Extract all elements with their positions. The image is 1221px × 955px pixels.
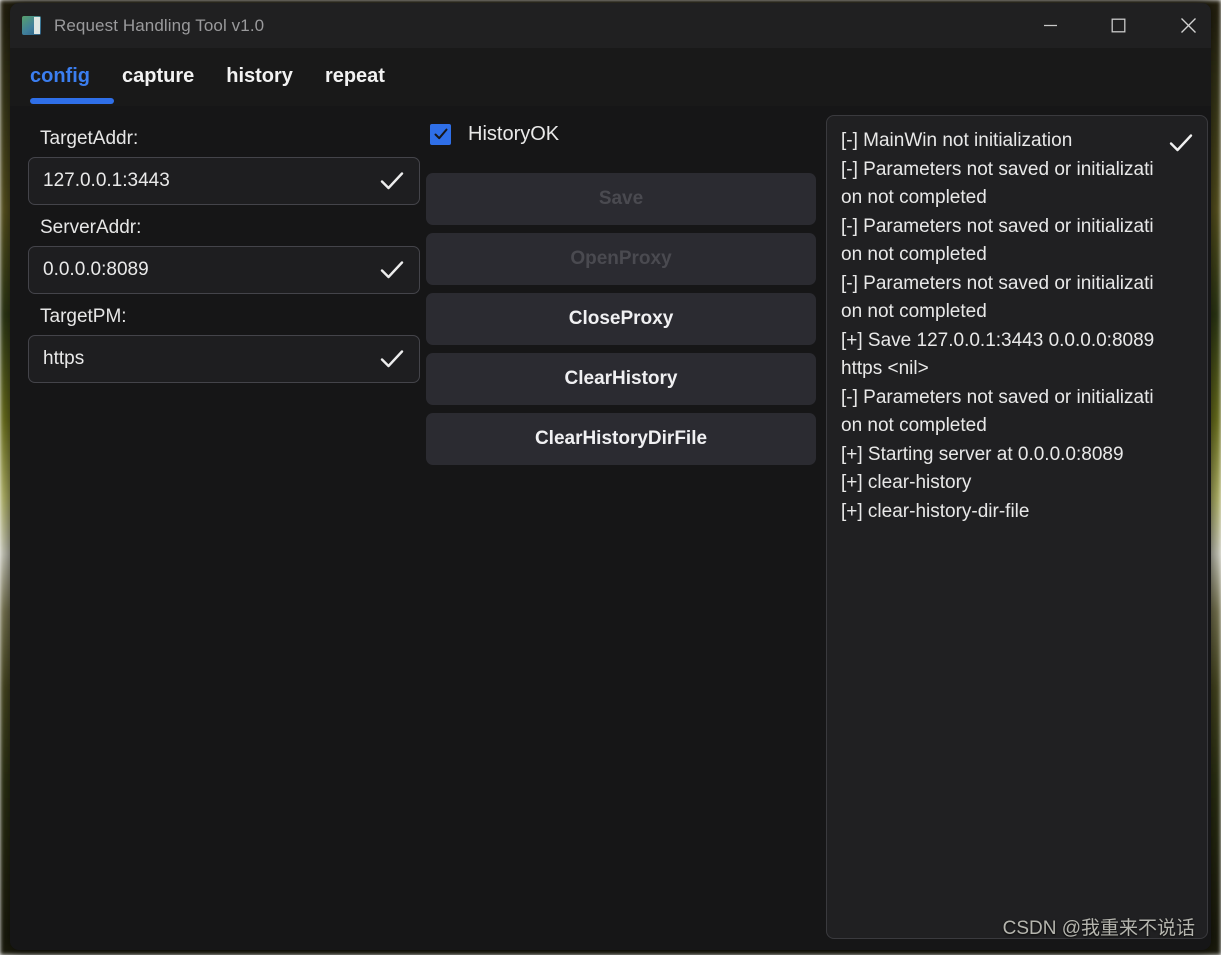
log-line: [+] Save 127.0.0.1:3443 0.0.0.0:8089 htt… [841, 329, 1160, 380]
log-line: [-] Parameters not saved or initializati… [841, 158, 1154, 209]
target-pm-field[interactable]: https [28, 335, 420, 383]
maximize-icon[interactable] [1095, 3, 1141, 48]
config-panel: TargetAddr: 127.0.0.1:3443 ServerAddr: 0… [10, 106, 1211, 950]
target-addr-label: TargetAddr: [40, 128, 139, 149]
window-title: Request Handling Tool v1.0 [54, 15, 265, 35]
server-addr-value: 0.0.0.0:8089 [43, 259, 149, 280]
log-line: [-] Parameters not saved or initializati… [841, 386, 1154, 437]
clear-history-dir-file-button[interactable]: ClearHistoryDirFile [426, 413, 816, 465]
minimize-icon[interactable] [1027, 3, 1073, 48]
watermark: CSDN @我重来不说话 [1002, 918, 1195, 939]
target-addr-value: 127.0.0.1:3443 [43, 170, 170, 191]
server-addr-label: ServerAddr: [40, 217, 142, 238]
tab-capture[interactable]: capture [122, 66, 194, 88]
tab-repeat[interactable]: repeat [325, 66, 385, 88]
check-icon [1168, 130, 1194, 161]
application-window: Request Handling Tool v1.0 config captur… [10, 3, 1211, 950]
log-panel[interactable]: [-] MainWin not initialization [-] Param… [826, 115, 1208, 939]
settings-form: TargetAddr: 127.0.0.1:3443 ServerAddr: 0… [28, 116, 420, 383]
history-ok-label: HistoryOK [468, 123, 560, 145]
log-line: [+] clear-history [841, 472, 972, 493]
target-addr-field[interactable]: 127.0.0.1:3443 [28, 157, 420, 205]
log-line-list: [-] MainWin not initialization [-] Param… [827, 116, 1207, 526]
log-line: [-] Parameters not saved or initializati… [841, 215, 1154, 266]
title-bar: Request Handling Tool v1.0 [10, 3, 1211, 48]
check-icon [379, 346, 405, 372]
server-addr-field[interactable]: 0.0.0.0:8089 [28, 246, 420, 294]
history-ok-checkbox[interactable]: HistoryOK [430, 119, 816, 149]
target-pm-value: https [43, 348, 85, 369]
tab-history[interactable]: history [226, 66, 293, 88]
clear-history-button[interactable]: ClearHistory [426, 353, 816, 405]
active-tab-indicator [30, 98, 114, 104]
log-line: [+] clear-history-dir-file [841, 500, 1030, 522]
save-button[interactable]: Save [426, 173, 816, 225]
log-line: [+] Starting server at 0.0.0.0:8089 [841, 443, 1124, 465]
check-icon [379, 168, 405, 194]
tab-config[interactable]: config [30, 66, 90, 88]
actions-column: HistoryOK Save OpenProxy CloseProxy Clea… [426, 116, 816, 473]
open-proxy-button[interactable]: OpenProxy [426, 233, 816, 285]
log-line: [-] Parameters not saved or initializati… [841, 272, 1154, 323]
log-line: [-] MainWin not initialization [841, 130, 1073, 151]
checkbox-checked-icon [430, 123, 451, 145]
tab-bar: config capture history repeat [10, 48, 1211, 106]
app-window-icon [22, 16, 41, 35]
check-icon [379, 257, 405, 283]
close-proxy-button[interactable]: CloseProxy [426, 293, 816, 345]
target-pm-label: TargetPM: [40, 306, 127, 327]
close-icon[interactable] [1165, 3, 1211, 48]
